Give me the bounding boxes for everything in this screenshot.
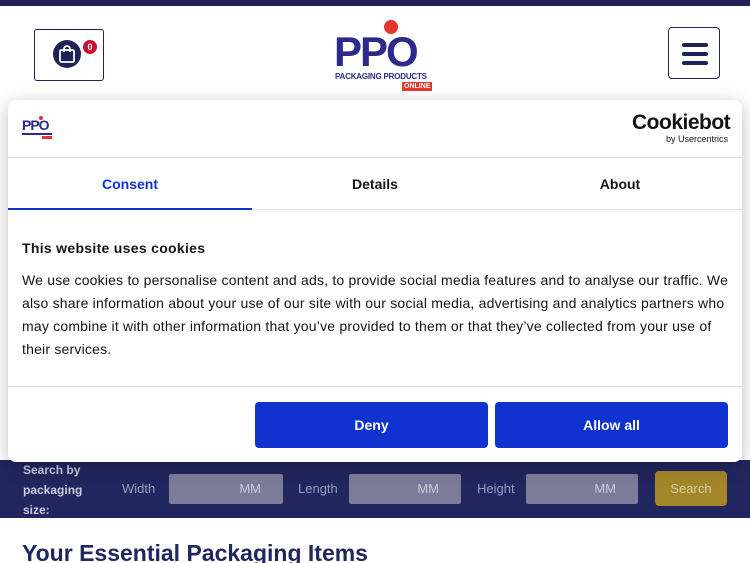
- size-search-bar: Search by packaging size: Width MM Lengt…: [0, 460, 750, 518]
- dialog-header: PPO Cookiebot by Usercentrics: [8, 100, 742, 158]
- length-label: Length: [298, 481, 338, 496]
- logo-online-tag: ONLINE: [402, 82, 433, 91]
- menu-button[interactable]: [668, 27, 720, 79]
- allow-all-button[interactable]: Allow all: [495, 402, 728, 448]
- active-tab-indicator: [8, 208, 252, 210]
- cart-button[interactable]: 0: [34, 29, 104, 81]
- search-button[interactable]: Search: [655, 471, 727, 506]
- dialog-divider: [8, 386, 742, 387]
- dialog-title: This website uses cookies: [22, 240, 206, 256]
- cookie-consent-dialog: PPO Cookiebot by Usercentrics Consent De…: [8, 100, 742, 462]
- deny-button[interactable]: Deny: [255, 402, 488, 448]
- dialog-description: We use cookies to personalise content an…: [22, 272, 729, 357]
- cookiebot-brand: Cookiebot: [632, 111, 731, 134]
- section-title: Your Essential Packaging Items: [22, 540, 368, 563]
- hamburger-icon: [682, 43, 708, 47]
- logo-subtitle: PACKAGING PRODUCTS: [335, 72, 427, 81]
- cookiebot-byline: by Usercentrics: [665, 134, 728, 144]
- length-input[interactable]: MM: [349, 474, 461, 504]
- tab-about[interactable]: About: [498, 158, 742, 210]
- tab-consent[interactable]: Consent: [8, 158, 252, 210]
- width-input[interactable]: MM: [169, 474, 283, 504]
- site-header: 0 PPO PACKAGING PRODUCTS ONLINE: [0, 6, 750, 100]
- logo-dot: [384, 20, 398, 34]
- cookiebot-logo[interactable]: Cookiebot by Usercentrics: [632, 111, 731, 145]
- hamburger-icon-line: [682, 61, 708, 65]
- size-search-label: Search by packaging size:: [23, 463, 83, 517]
- hamburger-icon-line: [682, 52, 708, 56]
- logo-text: PPO: [334, 28, 419, 75]
- height-input[interactable]: MM: [526, 474, 638, 504]
- site-mini-logo: PPO: [22, 116, 56, 140]
- dialog-tabs: Consent Details About: [8, 158, 742, 210]
- cart-count-badge: 0: [83, 40, 97, 54]
- height-label: Height: [477, 481, 515, 496]
- site-logo[interactable]: PPO PACKAGING PRODUCTS ONLINE: [334, 20, 438, 92]
- width-label: Width: [122, 481, 156, 496]
- shopping-bag-icon: [53, 40, 81, 68]
- tab-details[interactable]: Details: [252, 158, 498, 210]
- dialog-body: This website uses cookies We use cookies…: [22, 240, 730, 361]
